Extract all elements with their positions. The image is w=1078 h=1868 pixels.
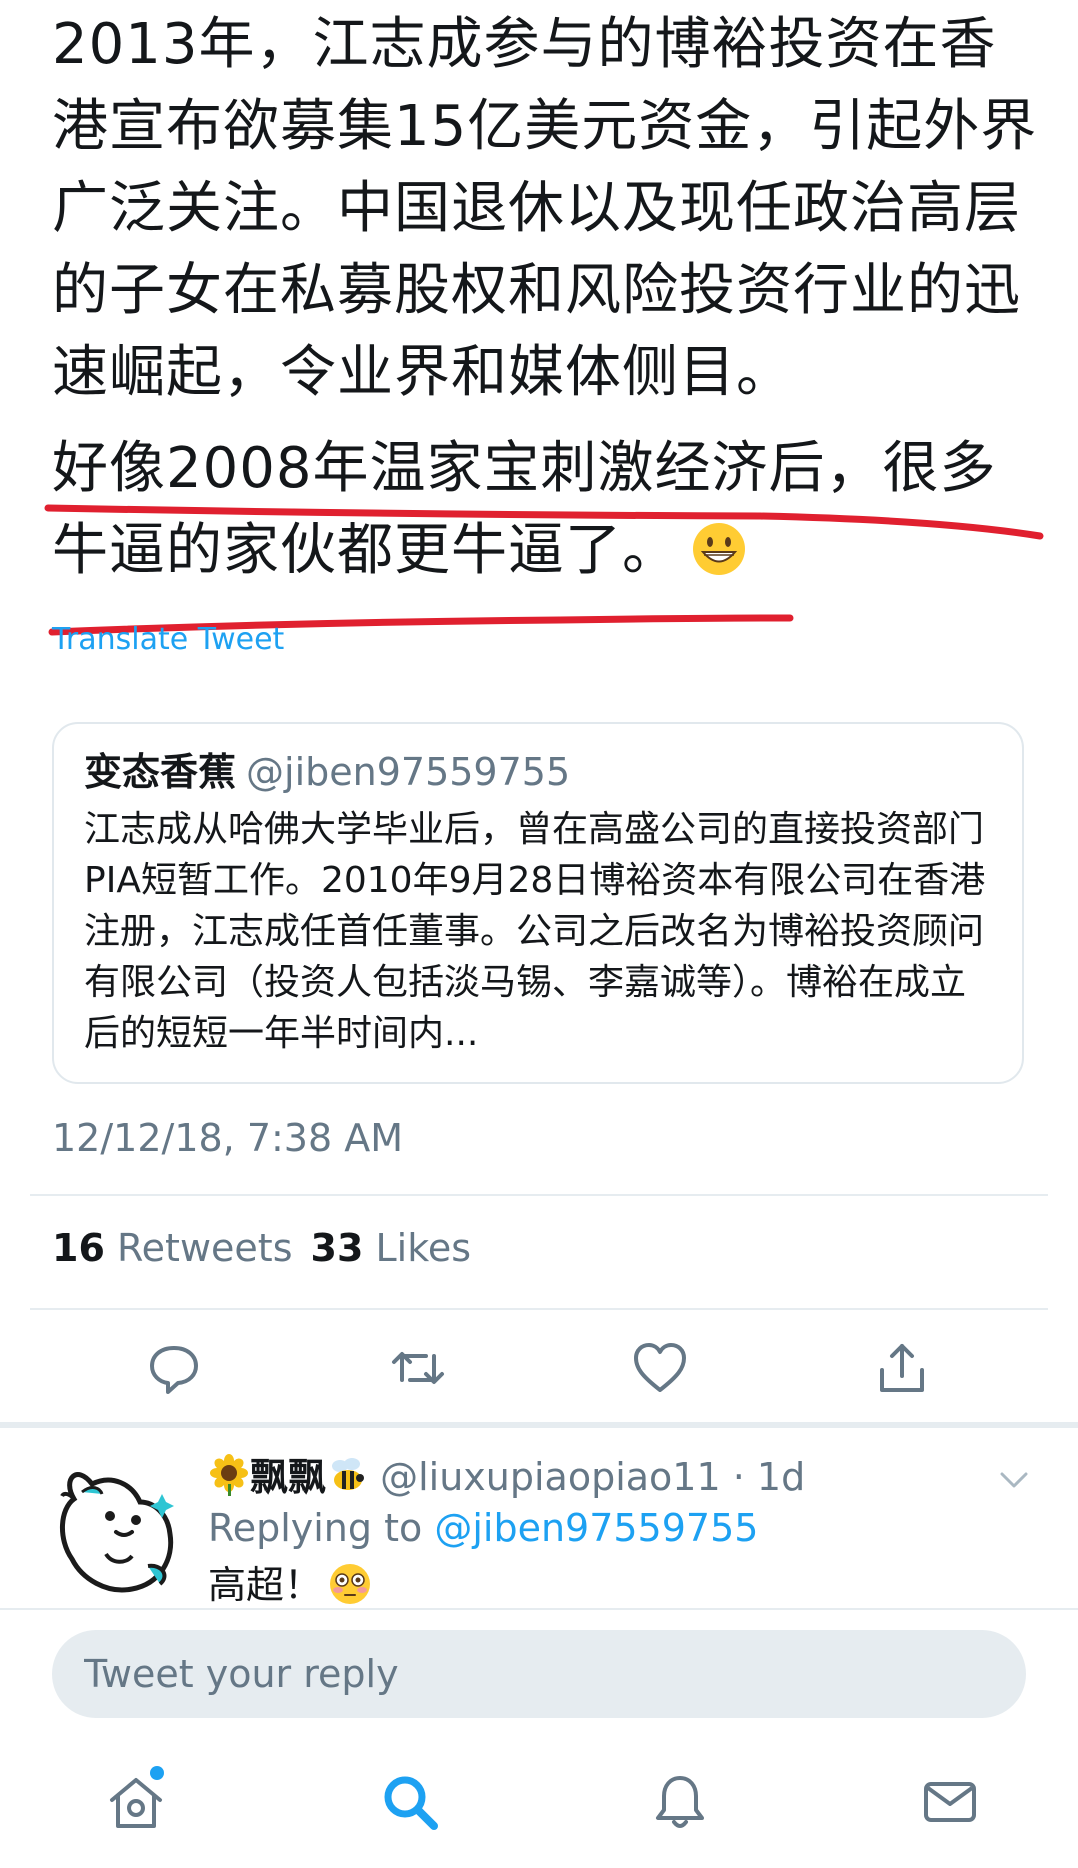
reply-icon[interactable] — [146, 1340, 202, 1396]
reply-author-handle: @liuxupiaopiao11 — [380, 1455, 721, 1499]
tweet-paragraph-1: 2013年，江志成参与的博裕投资在香港宣布欲募集15亿美元资金，引起外界广泛关注… — [52, 12, 1038, 405]
search-icon[interactable] — [378, 1770, 442, 1834]
reply-text: 高超！ — [208, 1554, 372, 1609]
section-separator — [0, 1422, 1078, 1428]
reply-compose-input[interactable] — [52, 1630, 1026, 1718]
reply-author-name: 飘飘 — [250, 1455, 327, 1499]
home-notification-dot — [150, 1766, 164, 1780]
grinning-emoji-icon — [693, 523, 745, 575]
quoted-tweet-text: 江志成从哈佛大学毕业后，曾在高盛公司的直接投资部门PIA短暂工作。2010年9月… — [84, 809, 986, 1054]
retweets-count: 16 — [52, 1226, 105, 1270]
replying-to-line: Replying to @jiben97559755 — [208, 1506, 758, 1550]
divider — [30, 1308, 1048, 1310]
chevron-down-icon[interactable] — [998, 1470, 1030, 1490]
likes-count: 33 — [310, 1226, 364, 1270]
bottom-tab-bar — [0, 1740, 1078, 1868]
replying-to-mention[interactable]: @jiben97559755 — [434, 1506, 758, 1550]
tweet-actions-bar — [0, 1340, 1078, 1410]
retweets-stat[interactable]: 16 Retweets — [52, 1226, 293, 1270]
sunflower-emoji-icon — [210, 1454, 248, 1496]
tweet-paragraph-2: 好像2008年温家宝刺激经济后，很多牛逼的家伙都更牛逼了。 — [52, 428, 1052, 592]
divider — [0, 1608, 1078, 1610]
like-icon[interactable] — [632, 1340, 688, 1396]
messages-icon[interactable] — [918, 1770, 982, 1834]
avatar[interactable] — [52, 1454, 182, 1604]
quoted-author-name: 变态香蕉 — [84, 750, 237, 794]
tweet-stats: 16 Retweets 33 Likes — [52, 1226, 471, 1270]
flushed-emoji-icon — [330, 1564, 371, 1604]
divider — [30, 1194, 1048, 1196]
quoted-author-handle: @jiben97559755 — [246, 750, 571, 794]
reply-text-content: 高超！ — [208, 1563, 323, 1607]
quoted-tweet-header: 变态香蕉 @jiben97559755 — [84, 746, 992, 798]
quoted-tweet-card[interactable]: 变态香蕉 @jiben97559755 江志成从哈佛大学毕业后，曾在高盛公司的直接… — [52, 722, 1024, 1084]
reply-time: 1d — [756, 1455, 806, 1499]
tweet-text: 2013年，江志成参与的博裕投资在香港宣布欲募集15亿美元资金，引起外界广泛关注… — [52, 4, 1052, 606]
likes-label: Likes — [375, 1226, 472, 1270]
retweets-label: Retweets — [116, 1226, 293, 1270]
translate-tweet-link[interactable]: Translate Tweet — [52, 622, 284, 657]
retweet-icon[interactable] — [390, 1340, 446, 1396]
tweet-paragraph-2-text: 好像2008年温家宝刺激经济后，很多牛逼的家伙都更牛逼了。 — [52, 436, 997, 583]
replying-prefix: Replying to — [208, 1506, 423, 1550]
reply-header: 飘飘 @liuxupiaopiao11 · 1d — [208, 1450, 805, 1504]
bee-emoji-icon — [332, 1458, 365, 1490]
notifications-icon[interactable] — [648, 1770, 712, 1834]
likes-stat[interactable]: 33 Likes — [311, 1226, 472, 1270]
tweet-timestamp: 12/12/18, 7:38 AM — [52, 1116, 404, 1160]
share-icon[interactable] — [874, 1340, 930, 1396]
reply-tweet[interactable]: 飘飘 @liuxupiaopiao11 · 1d Replying to @ji… — [0, 1430, 1078, 1610]
